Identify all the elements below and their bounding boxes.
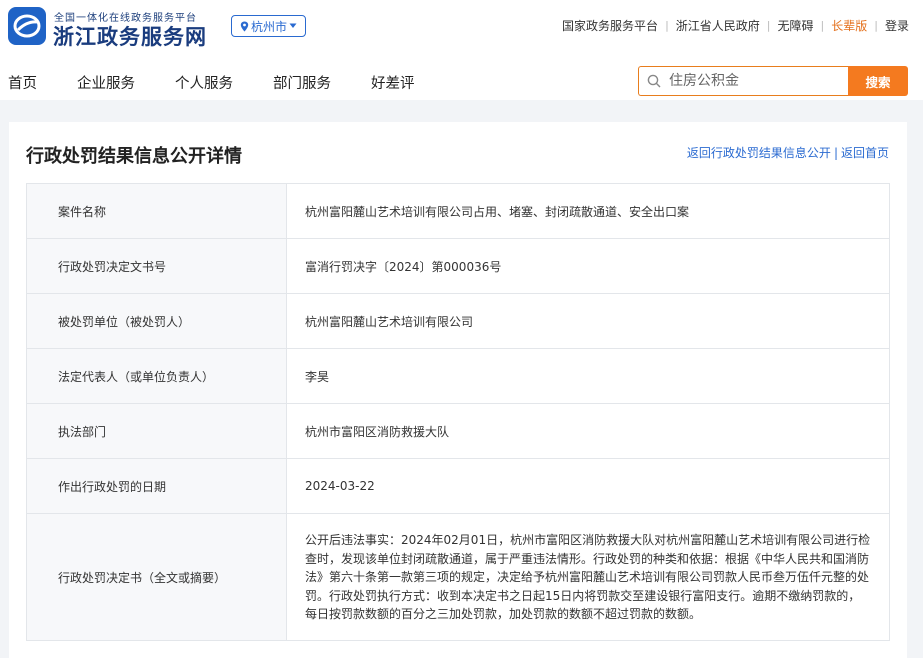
breadcrumb-links: 返回行政处罚结果信息公开 | 返回首页 <box>687 144 889 161</box>
nav-item-enterprise[interactable]: 企业服务 <box>77 72 135 93</box>
divider: | <box>874 19 878 32</box>
search-field[interactable] <box>638 66 848 96</box>
row-value: 2024-03-22 <box>286 458 890 514</box>
back-home-link[interactable]: 返回首页 <box>841 144 889 161</box>
logo-icon[interactable] <box>8 7 46 45</box>
top-links: 国家政务服务平台 | 浙江省人民政府 | 无障碍 | 长辈版 | 登录 <box>562 17 909 34</box>
row-label: 案件名称 <box>26 183 287 239</box>
table-row: 法定代表人（或单位负责人） 李昊 <box>26 348 890 404</box>
link-elder-version[interactable]: 长辈版 <box>831 17 867 34</box>
table-row: 案件名称 杭州富阳麓山艺术培训有限公司占用、堵塞、封闭疏散通道、安全出口案 <box>26 183 890 239</box>
row-value: 富消行罚决字〔2024〕第000036号 <box>286 238 890 294</box>
table-row: 作出行政处罚的日期 2024-03-22 <box>26 458 890 514</box>
row-value: 杭州富阳麓山艺术培训有限公司 <box>286 293 890 349</box>
link-login[interactable]: 登录 <box>885 17 909 34</box>
row-label: 法定代表人（或单位负责人） <box>26 348 287 404</box>
link-accessibility[interactable]: 无障碍 <box>778 17 814 34</box>
nav-item-feedback[interactable]: 好差评 <box>371 72 415 93</box>
page-title: 行政处罚结果信息公开详情 <box>26 146 242 167</box>
row-value: 公开后违法事实：2024年02月01日，杭州市富阳区消防救援大队对杭州富阳麓山艺… <box>286 513 890 641</box>
detail-card: 行政处罚结果信息公开详情 返回行政处罚结果信息公开 | 返回首页 案件名称 杭州… <box>9 122 907 658</box>
search-icon <box>647 74 661 88</box>
nav-item-department[interactable]: 部门服务 <box>273 72 331 93</box>
city-label: 杭州市 <box>250 19 287 34</box>
nav-item-home[interactable]: 首页 <box>8 72 37 93</box>
search-button[interactable]: 搜索 <box>848 66 908 96</box>
nav-item-personal[interactable]: 个人服务 <box>175 72 233 93</box>
table-row: 行政处罚决定书（全文或摘要） 公开后违法事实：2024年02月01日，杭州市富阳… <box>26 513 890 641</box>
search-input[interactable] <box>667 72 841 90</box>
table-row: 被处罚单位（被处罚人） 杭州富阳麓山艺术培训有限公司 <box>26 293 890 349</box>
divider: | <box>665 19 669 32</box>
row-label: 作出行政处罚的日期 <box>26 458 287 514</box>
logo-title[interactable]: 浙江政务服务网 <box>53 21 207 51</box>
divider: | <box>833 145 838 160</box>
detail-table: 案件名称 杭州富阳麓山艺术培训有限公司占用、堵塞、封闭疏散通道、安全出口案 行政… <box>26 183 890 641</box>
link-zhejiang-government[interactable]: 浙江省人民政府 <box>676 17 760 34</box>
row-value: 杭州市富阳区消防救援大队 <box>286 403 890 459</box>
row-value: 杭州富阳麓山艺术培训有限公司占用、堵塞、封闭疏散通道、安全出口案 <box>286 183 890 239</box>
row-label: 行政处罚决定文书号 <box>26 238 287 294</box>
row-label: 执法部门 <box>26 403 287 459</box>
location-pin-icon <box>240 21 249 31</box>
search-bar: 搜索 <box>638 66 908 96</box>
row-label: 行政处罚决定书（全文或摘要） <box>26 513 287 641</box>
divider: | <box>820 19 825 32</box>
row-value: 李昊 <box>286 348 890 404</box>
back-to-list-link[interactable]: 返回行政处罚结果信息公开 <box>687 144 831 161</box>
link-national-platform[interactable]: 国家政务服务平台 <box>562 17 658 34</box>
divider: | <box>766 19 771 32</box>
main-nav: 首页 企业服务 个人服务 部门服务 好差评 <box>8 72 455 93</box>
top-header: 全国一体化在线政务服务平台 浙江政务服务网 杭州市 国家政务服务平台 | 浙江省… <box>0 0 923 100</box>
row-label: 被处罚单位（被处罚人） <box>26 293 287 349</box>
caret-down-icon <box>289 23 297 28</box>
city-selector[interactable]: 杭州市 <box>231 15 306 37</box>
table-row: 行政处罚决定文书号 富消行罚决字〔2024〕第000036号 <box>26 238 890 294</box>
table-row: 执法部门 杭州市富阳区消防救援大队 <box>26 403 890 459</box>
